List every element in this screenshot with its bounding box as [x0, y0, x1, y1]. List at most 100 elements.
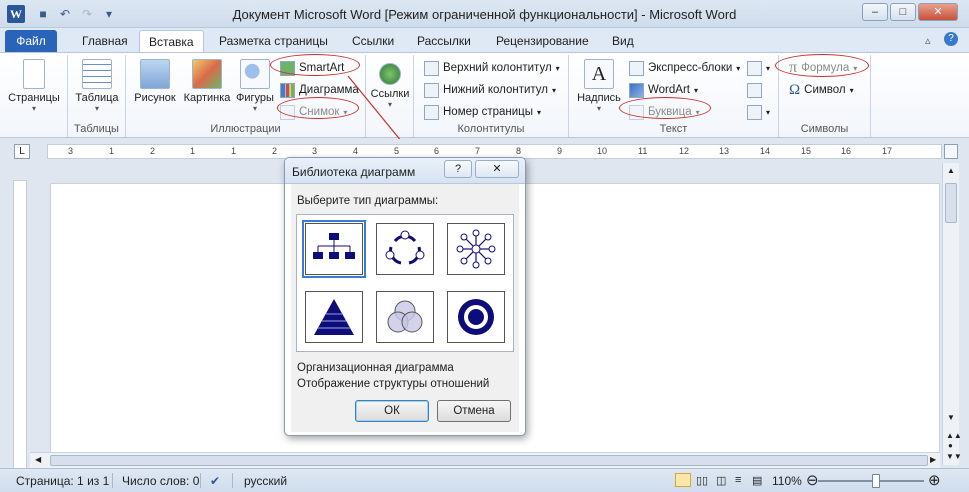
- footer-button[interactable]: Нижний колонтитул ▾: [424, 80, 556, 100]
- tab-insert[interactable]: Вставка: [139, 30, 204, 52]
- target-diagram-option[interactable]: [447, 291, 505, 343]
- web-layout-icon[interactable]: ◫: [716, 474, 726, 487]
- group-links: Ссылки ▾: [366, 55, 414, 137]
- dropdown-arrow-icon: ▾: [766, 107, 771, 117]
- annotation-ellipse-screenshot: [277, 97, 359, 119]
- smartart-gallery-dialog: Библиотека диаграмм ? ✕ Выберите тип диа…: [284, 157, 526, 436]
- dropdown-arrow-icon: ▾: [387, 100, 392, 109]
- venn-diagram-option[interactable]: [376, 291, 434, 343]
- language[interactable]: русский: [244, 474, 287, 488]
- browse-object-icon[interactable]: ●: [948, 441, 953, 450]
- scroll-up-icon[interactable]: ▲: [947, 166, 955, 175]
- ruler-number: 12: [679, 146, 690, 156]
- ruler-number: 8: [516, 146, 522, 156]
- minimize-button[interactable]: –: [862, 3, 888, 21]
- radial-diagram-option[interactable]: [447, 223, 505, 275]
- venn-diagram-icon: [387, 300, 423, 333]
- horizontal-scrollbar[interactable]: ◀ ▶: [30, 452, 940, 468]
- annotation-ellipse-equation: [775, 54, 869, 77]
- links-button[interactable]: Ссылки ▾: [369, 59, 411, 109]
- minimize-ribbon-icon[interactable]: ▵: [925, 34, 931, 47]
- scroll-down-icon[interactable]: ▼: [947, 413, 955, 422]
- horizontal-scroll-thumb[interactable]: [50, 455, 928, 466]
- status-divider: [232, 473, 233, 488]
- page-number-button[interactable]: Номер страницы ▾: [424, 102, 541, 122]
- tab-selector-button[interactable]: L: [14, 144, 30, 159]
- view-ruler-button[interactable]: [944, 144, 958, 159]
- date-time-button[interactable]: [747, 80, 762, 100]
- quick-parts-label: Экспресс-блоки: [648, 62, 733, 74]
- textbox-icon: A: [584, 59, 614, 89]
- vertical-ruler[interactable]: [13, 180, 27, 470]
- dialog-close-button[interactable]: ✕: [475, 160, 519, 178]
- group-pages: Страницы ▾: [0, 55, 68, 137]
- signature-line-button[interactable]: ▾: [747, 58, 770, 78]
- status-divider: [112, 473, 113, 488]
- word-count[interactable]: Число слов: 0: [122, 474, 199, 488]
- zoom-out-icon[interactable]: ⊖: [806, 471, 819, 489]
- links-icon: [379, 63, 401, 85]
- group-label-tables: Таблицы: [74, 123, 119, 135]
- zoom-slider-thumb[interactable]: [872, 474, 880, 488]
- pyramid-diagram-option[interactable]: [305, 291, 363, 343]
- object-button[interactable]: ▾: [747, 102, 770, 122]
- tab-references[interactable]: Ссылки: [343, 30, 403, 52]
- print-layout-icon[interactable]: [675, 473, 691, 487]
- full-screen-reading-icon[interactable]: ▯▯: [696, 474, 708, 487]
- annotation-ellipse-smartart: [270, 54, 360, 76]
- page-count[interactable]: Страница: 1 из 1: [16, 474, 109, 488]
- clipart-button[interactable]: Картинка: [181, 59, 233, 104]
- tab-page-layout[interactable]: Разметка страницы: [210, 30, 337, 52]
- shapes-button[interactable]: Фигуры ▾: [234, 59, 276, 113]
- dropdown-arrow-icon: ▾: [555, 63, 560, 73]
- maximize-button[interactable]: □: [890, 3, 916, 21]
- picture-button[interactable]: Рисунок: [130, 59, 180, 104]
- scroll-left-icon[interactable]: ◀: [35, 455, 41, 464]
- dialog-help-button[interactable]: ?: [444, 160, 472, 178]
- group-text: A Надпись ▾ Экспресс-блоки ▾ WordArt ▾ Б…: [569, 55, 779, 137]
- ruler-number: 16: [841, 146, 852, 156]
- wordart-label: WordArt: [648, 84, 690, 96]
- picture-label: Рисунок: [134, 92, 176, 104]
- target-diagram-icon: [458, 299, 494, 335]
- scroll-right-icon[interactable]: ▶: [930, 455, 936, 464]
- zoom-in-icon[interactable]: ⊕: [928, 471, 941, 489]
- previous-page-icon[interactable]: ▲▲: [946, 431, 962, 440]
- cancel-button[interactable]: Отмена: [437, 400, 511, 422]
- tab-home[interactable]: Главная: [73, 30, 137, 52]
- status-bar: Страница: 1 из 1 Число слов: 0 ✔ русский…: [0, 468, 969, 492]
- page-number-label: Номер страницы: [443, 106, 534, 118]
- vertical-scroll-thumb[interactable]: [945, 183, 957, 223]
- quick-parts-button[interactable]: Экспресс-блоки ▾: [629, 58, 740, 78]
- outline-icon[interactable]: ≡: [735, 474, 741, 486]
- tab-review[interactable]: Рецензирование: [487, 30, 598, 52]
- next-page-icon[interactable]: ▼▼: [946, 452, 962, 461]
- vertical-scrollbar[interactable]: ▲ ▼ ▲▲ ● ▼▼: [942, 163, 962, 465]
- textbox-button[interactable]: A Надпись ▾: [573, 59, 625, 113]
- clipart-icon: [192, 59, 222, 89]
- ok-button[interactable]: ОК: [355, 400, 429, 422]
- table-button[interactable]: Таблица ▾: [71, 59, 123, 113]
- tab-view[interactable]: Вид: [603, 30, 643, 52]
- dropdown-arrow-icon: ▾: [736, 63, 741, 73]
- object-icon: [747, 104, 762, 120]
- header-button[interactable]: Верхний колонтитул ▾: [424, 58, 560, 78]
- wordart-icon: [629, 82, 644, 98]
- draft-icon[interactable]: ▤: [752, 474, 762, 487]
- zoom-slider[interactable]: [818, 480, 924, 482]
- tab-mailings[interactable]: Рассылки: [408, 30, 480, 52]
- proofing-icon[interactable]: ✔: [210, 474, 220, 488]
- tab-file[interactable]: Файл: [5, 30, 57, 52]
- cycle-diagram-option[interactable]: [376, 223, 434, 275]
- omega-icon: Ω: [789, 81, 801, 98]
- close-window-button[interactable]: ✕: [918, 3, 958, 21]
- org-chart-option[interactable]: [302, 220, 366, 278]
- ruler-number: 1: [109, 146, 115, 156]
- pages-button[interactable]: Страницы ▾: [8, 59, 60, 113]
- zoom-level[interactable]: 110%: [772, 474, 802, 488]
- symbol-button[interactable]: Ω Символ ▾: [789, 80, 854, 100]
- diagram-gallery: [296, 214, 514, 352]
- help-icon[interactable]: ?: [944, 32, 958, 46]
- page-number-icon: [424, 104, 439, 120]
- dialog-title-bar[interactable]: Библиотека диаграмм ? ✕: [285, 158, 525, 184]
